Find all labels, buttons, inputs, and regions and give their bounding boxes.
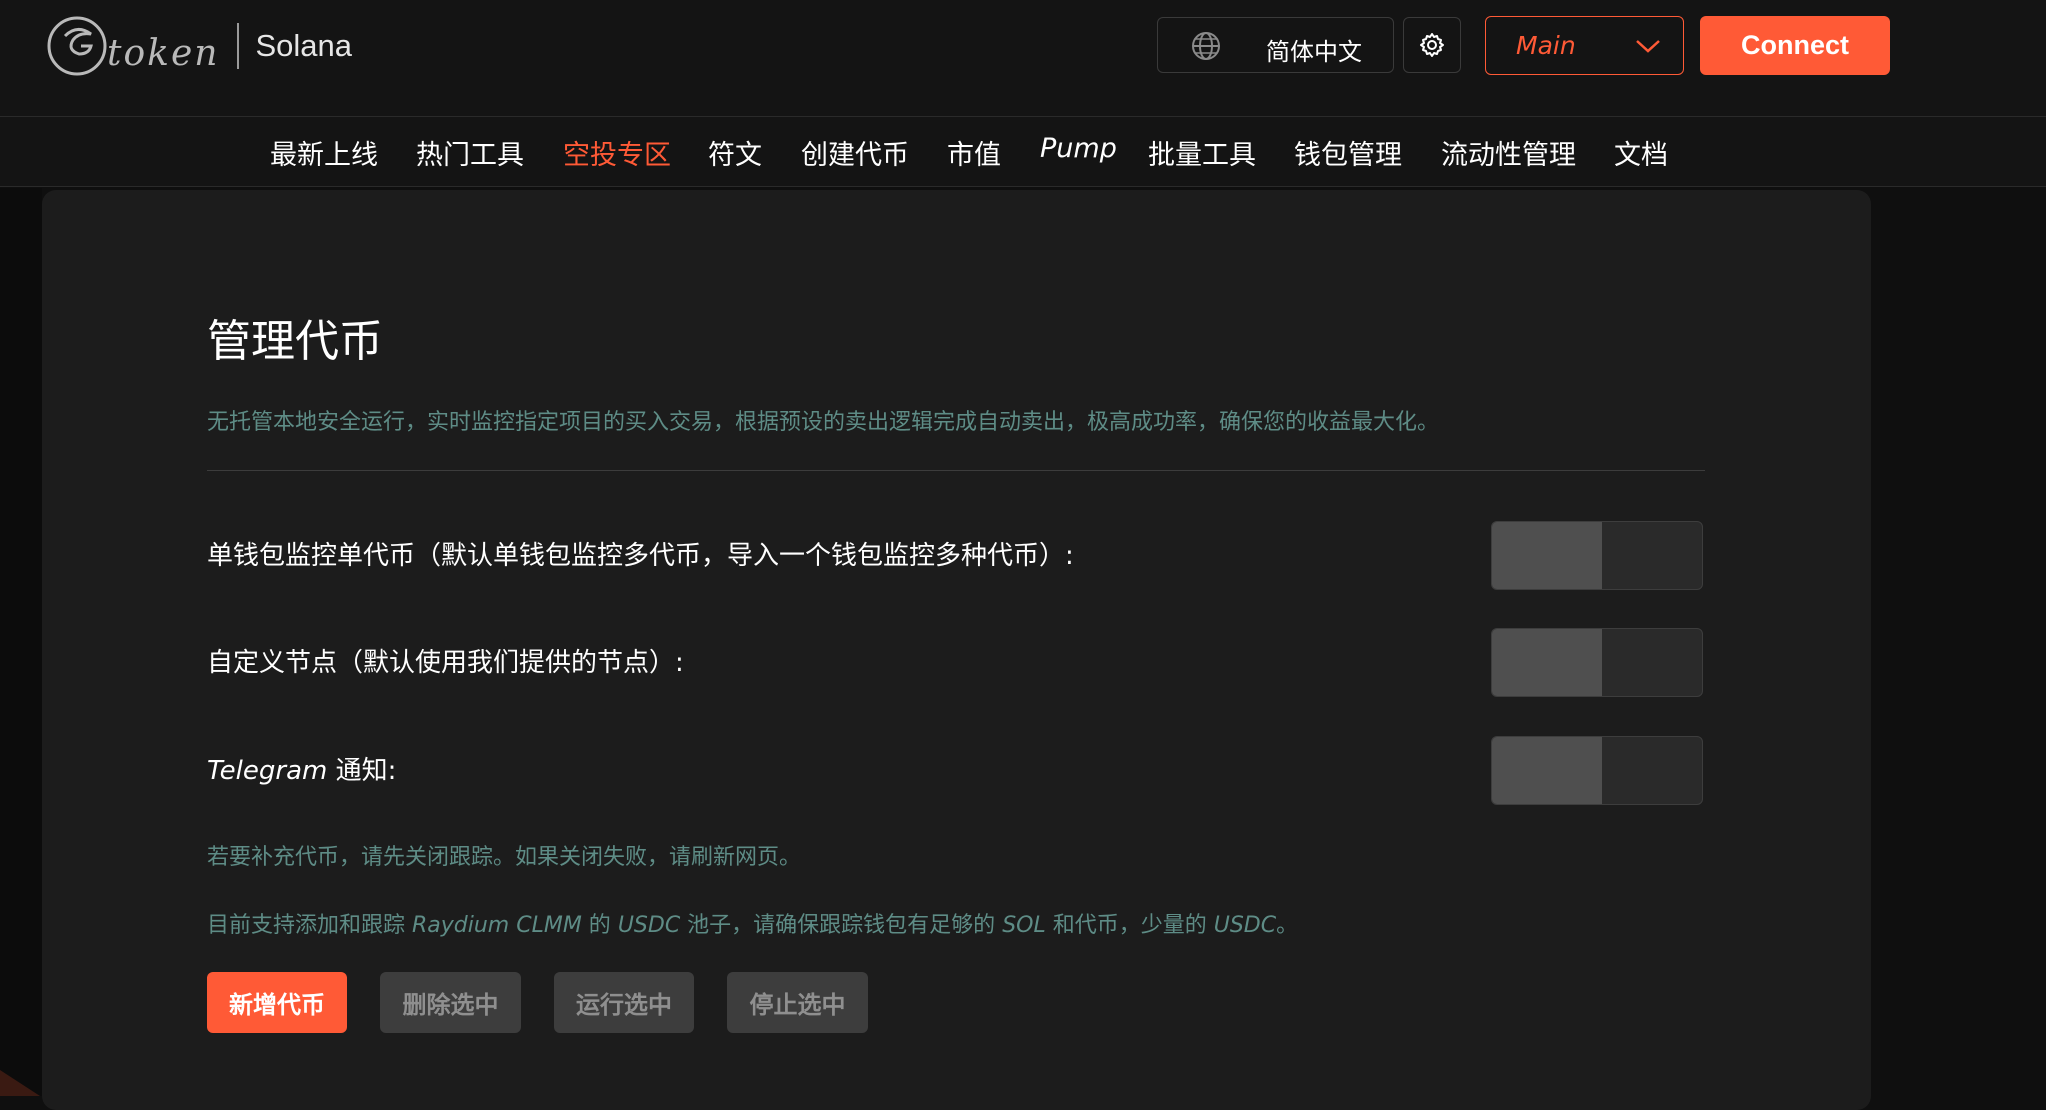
notify-word: 通知:: [327, 756, 397, 786]
stop-selected-button[interactable]: 停止选中: [727, 972, 868, 1033]
divider: [207, 470, 1705, 471]
toggle-knob: [1492, 737, 1602, 804]
run-selected-button[interactable]: 运行选中: [554, 972, 694, 1033]
logo-wordmark: token: [107, 32, 220, 74]
page-title: 管理代币: [207, 316, 383, 367]
note-part: SOL: [1002, 913, 1046, 938]
telegram-notify-toggle[interactable]: [1491, 736, 1703, 805]
custom-node-label: 自定义节点（默认使用我们提供的节点）:: [207, 648, 684, 678]
note-part: USDC: [1213, 913, 1277, 938]
corner-accent: [0, 1070, 40, 1096]
chain-name: Solana: [255, 28, 352, 63]
left-gutter: [0, 188, 42, 1096]
note-part: 的: [581, 913, 618, 938]
logo-separator: [237, 23, 240, 69]
language-selector[interactable]: 简体中文: [1157, 17, 1394, 73]
gear-icon: [1420, 33, 1444, 57]
nav-item-pump[interactable]: Pump: [1040, 133, 1117, 164]
nav-item-docs[interactable]: 文档: [1614, 133, 1668, 172]
toggle-knob: [1492, 629, 1602, 696]
chevron-down-icon: [1636, 40, 1660, 53]
network-label: Main: [1516, 31, 1576, 60]
nav-item-runes[interactable]: 符文: [708, 133, 762, 172]
network-select[interactable]: Main: [1485, 16, 1684, 75]
connect-button[interactable]: Connect: [1700, 16, 1890, 75]
main-nav: 最新上线 热门工具 空投专区 符文 创建代币 市值 Pump 批量工具 钱包管理…: [0, 117, 2046, 187]
note-refill: 若要补充代币，请先关闭跟踪。如果关闭失败，请刷新网页。: [207, 845, 802, 870]
note-part: 和代币，少量的: [1045, 913, 1214, 938]
nav-item-hot-tools[interactable]: 热门工具: [416, 133, 524, 172]
nav-item-latest[interactable]: 最新上线: [270, 133, 378, 172]
logo-g-icon: [47, 16, 107, 76]
single-wallet-toggle[interactable]: [1491, 521, 1703, 590]
nav-item-airdrop[interactable]: 空投专区: [563, 133, 671, 172]
settings-button[interactable]: [1403, 17, 1461, 73]
add-token-button[interactable]: 新增代币: [207, 972, 347, 1033]
note-part: 目前支持添加和跟踪: [207, 913, 412, 938]
language-label: 简体中文: [1266, 38, 1362, 66]
nav-item-batch-tools[interactable]: 批量工具: [1148, 133, 1256, 172]
note-part: USDC: [617, 913, 681, 938]
delete-selected-button[interactable]: 删除选中: [380, 972, 521, 1033]
nav-item-create-token[interactable]: 创建代币: [801, 133, 909, 172]
nav-item-liquidity[interactable]: 流动性管理: [1441, 133, 1576, 172]
nav-item-wallet-manage[interactable]: 钱包管理: [1294, 133, 1402, 172]
note-support: 目前支持添加和跟踪 Raydium CLMM 的 USDC 池子，请确保跟踪钱包…: [207, 907, 1298, 939]
note-part: 。: [1276, 913, 1299, 938]
globe-icon: [1192, 32, 1220, 60]
note-part: 池子，请确保跟踪钱包有足够的: [680, 913, 1003, 938]
telegram-notify-label: Telegram 通知:: [207, 750, 396, 787]
logo[interactable]: token Solana: [45, 14, 352, 78]
custom-node-toggle[interactable]: [1491, 628, 1703, 697]
telegram-word: Telegram: [207, 756, 328, 786]
page-description: 无托管本地安全运行，实时监控指定项目的买入交易，根据预设的卖出逻辑完成自动卖出，…: [207, 410, 1440, 435]
note-part: Raydium CLMM: [412, 913, 582, 938]
single-wallet-label: 单钱包监控单代币（默认单钱包监控多代币，导入一个钱包监控多种代币）:: [207, 541, 1074, 571]
toggle-knob: [1492, 522, 1602, 589]
top-header: token Solana 简体中文 Main Connect: [0, 0, 2046, 117]
nav-item-market-cap[interactable]: 市值: [947, 133, 1001, 172]
